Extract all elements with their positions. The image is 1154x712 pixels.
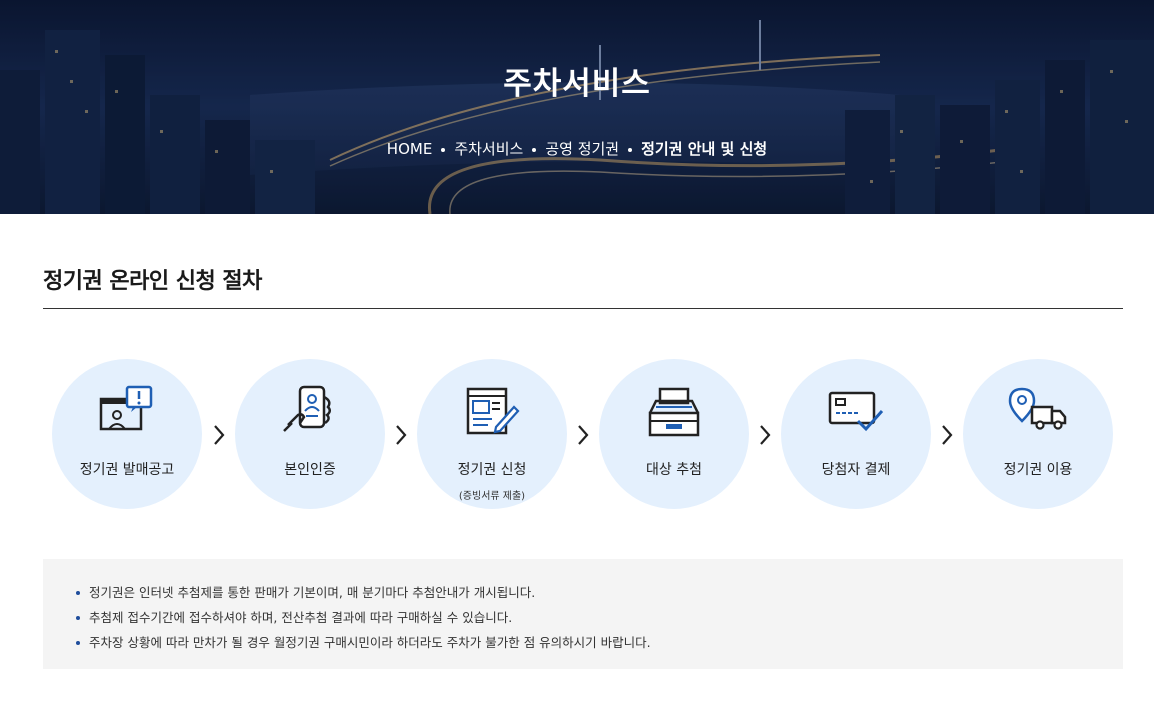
breadcrumb-separator: [441, 147, 446, 152]
step-label: 정기권 이용: [1003, 462, 1073, 478]
lottery-box-icon: [648, 387, 700, 437]
chevron-right-icon: [396, 425, 407, 445]
breadcrumb-parking-service[interactable]: 주차서비스: [454, 138, 523, 159]
application-form-icon: [466, 387, 520, 435]
chevron-right-icon: [942, 425, 953, 445]
breadcrumb-separator: [628, 147, 633, 152]
procedure-steps: 정기권 발매공고 본인인증 정기권 신청 (증빙서류 제출) 대상 추첨 당첨자…: [52, 359, 1114, 509]
chevron-right-icon: [214, 425, 225, 445]
hero-banner: 주차서비스 HOME 주차서비스 공영 정기권 정기권 안내 및 신청: [0, 0, 1154, 214]
city-night-background: [0, 0, 1154, 214]
breadcrumb: HOME 주차서비스 공영 정기권 정기권 안내 및 신청: [0, 138, 1154, 159]
notice-box: 정기권은 인터넷 추첨제를 통한 판매가 기본이며, 매 분기마다 추첨안내가 …: [43, 559, 1123, 669]
card-payment-icon: [828, 391, 884, 432]
step-application: 정기권 신청 (증빙서류 제출): [417, 359, 567, 509]
notice-item: 추첨제 접수기간에 접수하셔야 하며, 전산추첨 결과에 따라 구매하실 수 있…: [76, 605, 1123, 630]
chevron-right-icon: [760, 425, 771, 445]
section-divider: [43, 308, 1123, 309]
step-lottery: 대상 추첨: [599, 359, 749, 509]
step-winner-payment: 당첨자 결제: [781, 359, 931, 509]
step-label: 당첨자 결제: [821, 462, 891, 478]
section-title: 정기권 온라인 신청 절차: [43, 269, 262, 294]
page-title: 주차서비스: [503, 66, 651, 102]
breadcrumb-separator: [532, 147, 537, 152]
step-label: 정기권 신청: [457, 462, 527, 478]
step-label: 본인인증: [284, 462, 336, 478]
location-truck-icon: [1008, 387, 1067, 430]
step-label: 정기권 발매공고: [79, 462, 175, 478]
announcement-icon: [99, 385, 153, 431]
mobile-verification-icon: [283, 385, 331, 432]
breadcrumb-home[interactable]: HOME: [387, 140, 433, 158]
chevron-right-icon: [578, 425, 589, 445]
breadcrumb-current: 정기권 안내 및 신청: [641, 140, 768, 158]
notice-item: 정기권은 인터넷 추첨제를 통한 판매가 기본이며, 매 분기마다 추첨안내가 …: [76, 580, 1123, 605]
step-label: 대상 추첨: [646, 462, 702, 478]
notice-item: 주차장 상황에 따라 만차가 될 경우 월정기권 구매시민이라 하더라도 주차가…: [76, 630, 1123, 655]
step-pass-usage: 정기권 이용: [963, 359, 1113, 509]
step-announcement: 정기권 발매공고: [52, 359, 202, 509]
step-sublabel: (증빙서류 제출): [458, 491, 526, 502]
breadcrumb-public-pass[interactable]: 공영 정기권: [545, 138, 619, 159]
step-identity-verification: 본인인증: [235, 359, 385, 509]
